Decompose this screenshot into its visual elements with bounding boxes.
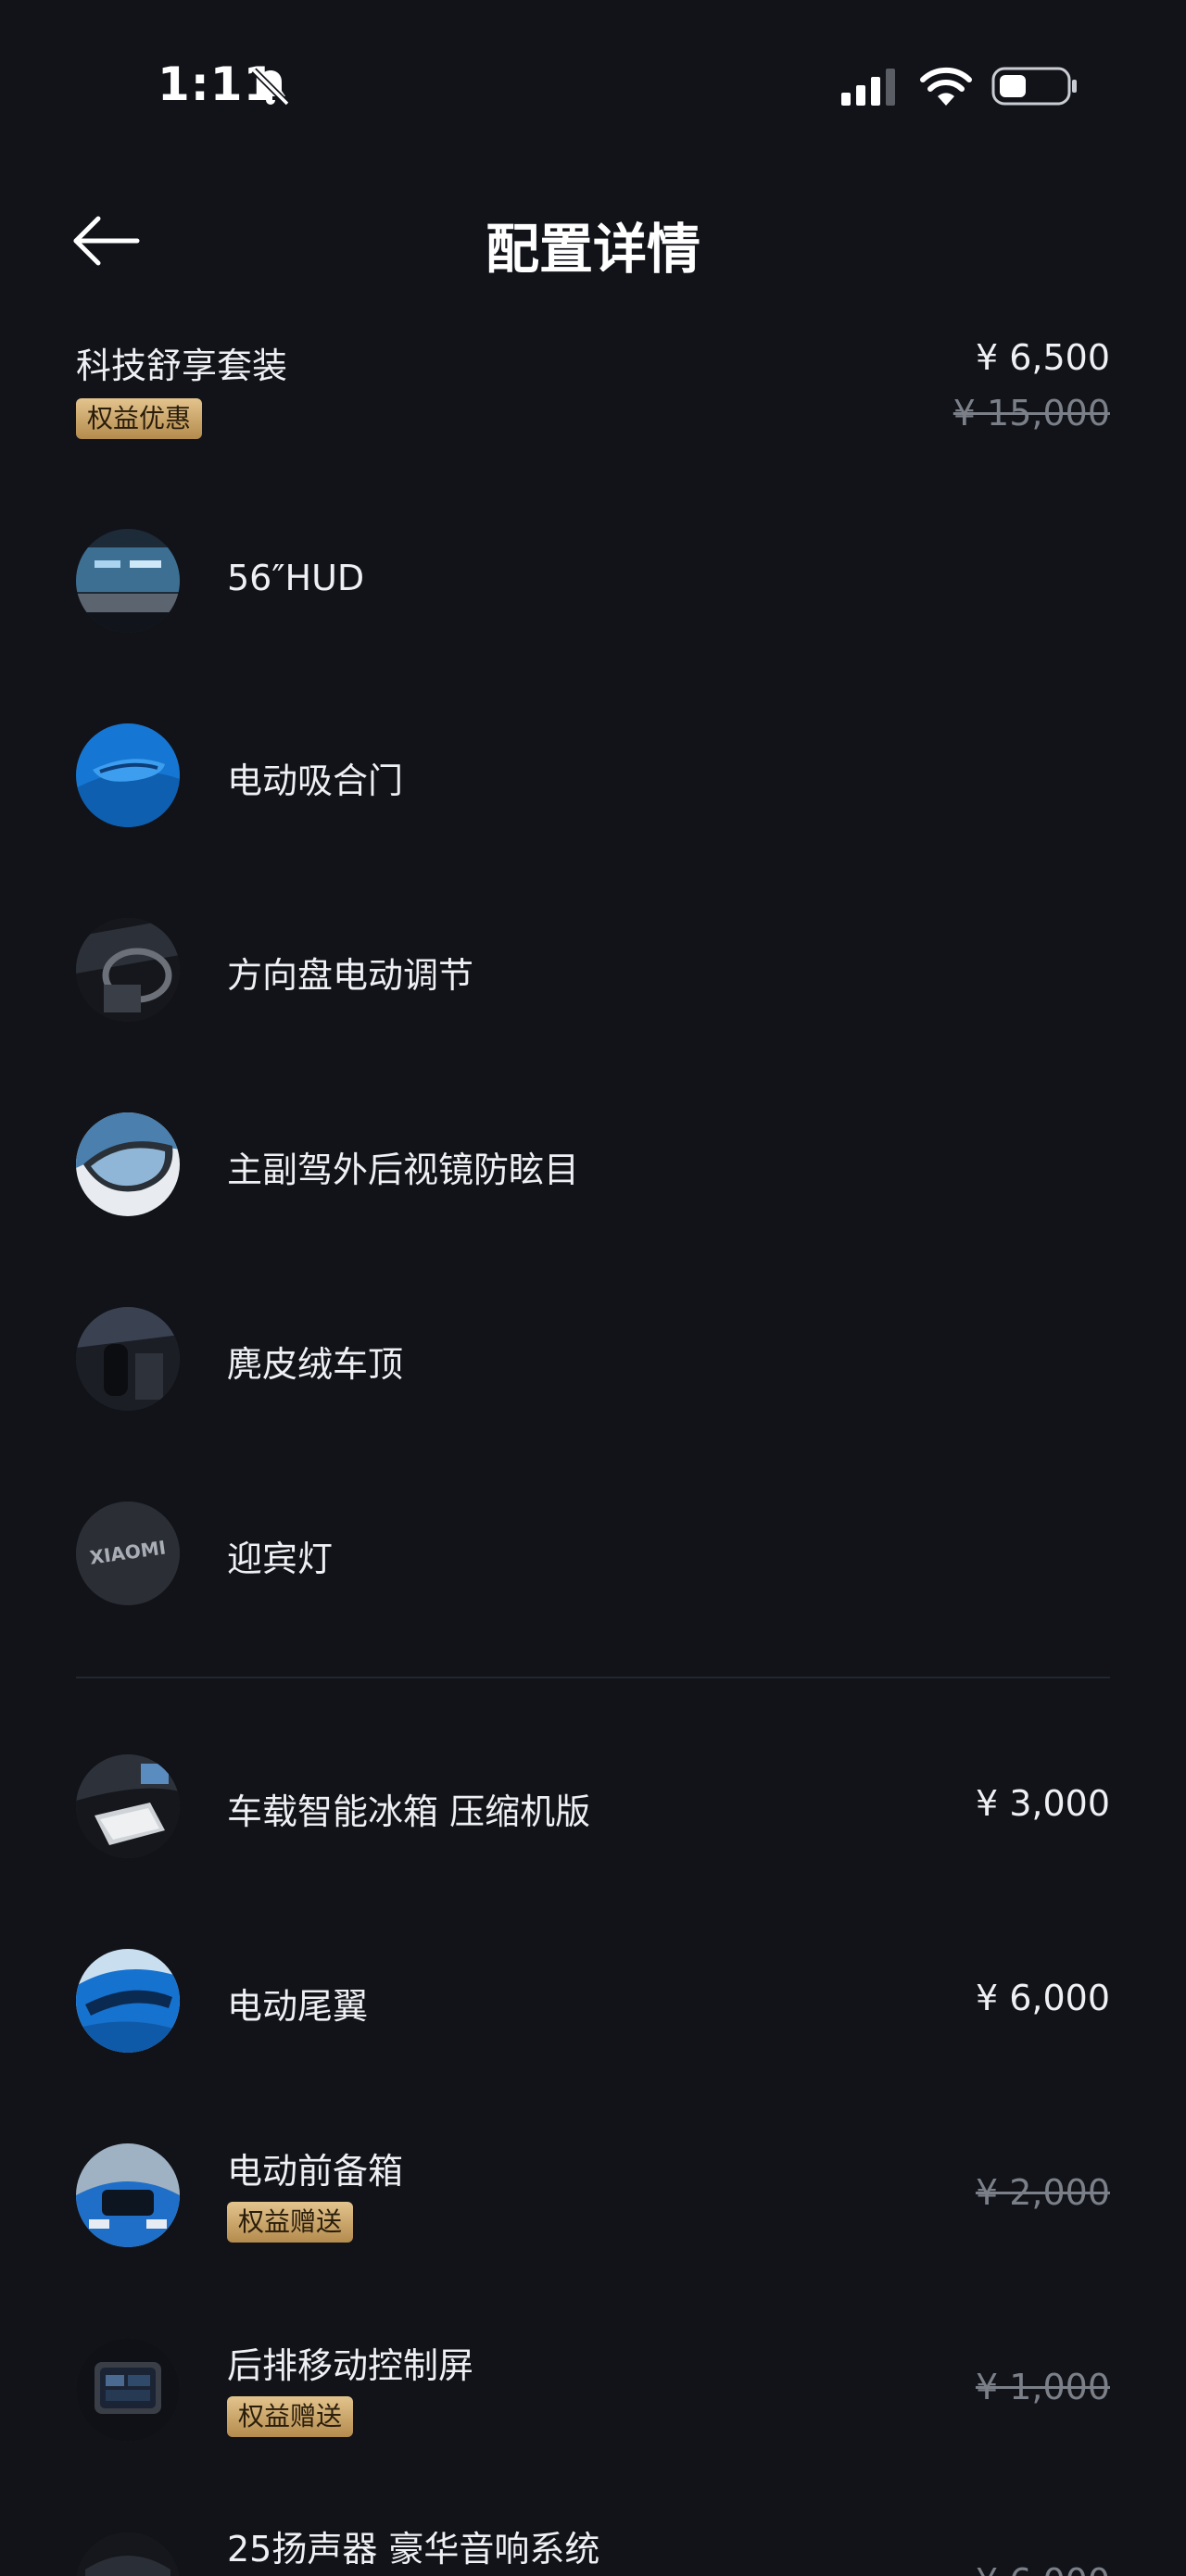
addon-item[interactable]: 电动前备箱 权益赠送 ¥ 2,000	[0, 2135, 1186, 2256]
signal-icon	[841, 69, 895, 106]
package-price: ¥ 6,500	[975, 337, 1110, 378]
package-name: 科技舒享套装	[76, 346, 288, 386]
addon-item[interactable]: 车载智能冰箱 压缩机版 ¥ 3,000	[0, 1746, 1186, 1866]
status-bar: 1:11	[0, 0, 1186, 176]
package-item[interactable]: 主副驾外后视镜防眩目	[0, 1104, 1186, 1225]
addon-label: 电动尾翼	[227, 1986, 369, 2027]
section-divider	[76, 1677, 1110, 1678]
rear-screen-thumbnail	[76, 2338, 180, 2442]
door-handle-thumbnail	[76, 723, 180, 827]
bell-muted-icon	[251, 68, 290, 107]
package-item-label: 电动吸合门	[227, 760, 404, 801]
speaker-thumbnail	[76, 2532, 180, 2576]
spoiler-thumbnail	[76, 1949, 180, 2053]
addon-badge: 权益赠送	[227, 2396, 354, 2437]
steering-wheel-thumbnail	[76, 918, 180, 1022]
package-item[interactable]: 麂皮绒车顶	[0, 1299, 1186, 1419]
battery-icon	[991, 67, 1077, 106]
fridge-thumbnail	[76, 1754, 180, 1858]
addon-item[interactable]: 后排移动控制屏 权益赠送 ¥ 1,000	[0, 2330, 1186, 2450]
addon-badge: 权益赠送	[227, 2202, 354, 2243]
package-item[interactable]: 方向盘电动调节	[0, 910, 1186, 1030]
addon-label: 后排移动控制屏	[227, 2345, 474, 2386]
package-item[interactable]: XIAOMI 迎宾灯	[0, 1493, 1186, 1614]
addon-price: ¥ 6,000	[976, 2561, 1110, 2576]
addon-price: ¥ 3,000	[975, 1783, 1110, 1824]
package-item-label: 迎宾灯	[227, 1539, 334, 1579]
addon-label: 电动前备箱	[227, 2151, 404, 2192]
roof-thumbnail	[76, 1307, 180, 1411]
hud-thumbnail	[76, 529, 180, 633]
package-item-label: 麂皮绒车顶	[227, 1344, 404, 1385]
package-item[interactable]: 电动吸合门	[0, 715, 1186, 836]
package-item[interactable]: 56″HUD	[0, 521, 1186, 641]
addon-item[interactable]: 电动尾翼 ¥ 6,000	[0, 1941, 1186, 2061]
addon-label: 25扬声器 豪华音响系统	[227, 2529, 600, 2570]
welcome-light-thumbnail: XIAOMI	[76, 1502, 180, 1605]
package-item-label: 56″HUD	[227, 558, 365, 598]
config-detail-page: 1:11 配置详情 科技舒享套装 权益优惠 ¥ 6,500 ¥ 15,000 5…	[0, 0, 1186, 2576]
addon-price: ¥ 6,000	[975, 1978, 1110, 2018]
package-item-label: 主副驾外后视镜防眩目	[227, 1150, 580, 1190]
frunk-thumbnail	[76, 2143, 180, 2247]
addon-price: ¥ 2,000	[975, 2172, 1110, 2213]
page-title: 配置详情	[485, 218, 700, 281]
addon-price: ¥ 1,000	[975, 2367, 1110, 2407]
addon-item[interactable]: 25扬声器 豪华音响系统 ¥ 6,000	[0, 2524, 1186, 2576]
package-original-price: ¥ 15,000	[953, 393, 1110, 434]
addon-label: 车载智能冰箱 压缩机版	[227, 1791, 591, 1832]
mirror-thumbnail	[76, 1112, 180, 1216]
package-item-label: 方向盘电动调节	[227, 955, 474, 996]
wifi-icon	[920, 67, 972, 106]
package-badge: 权益优惠	[76, 398, 203, 439]
